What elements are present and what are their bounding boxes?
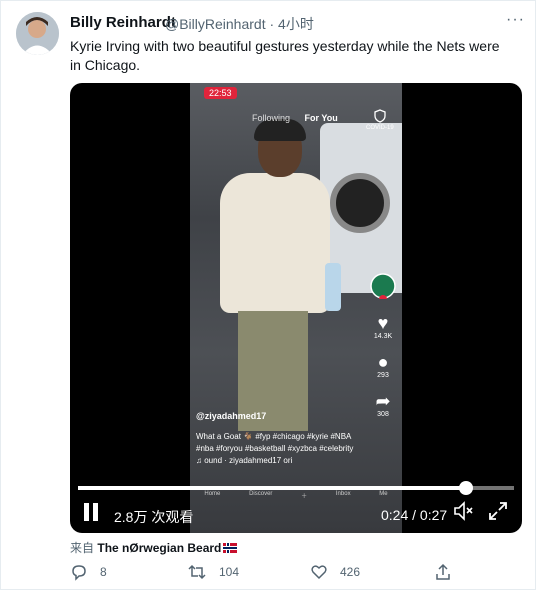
source-prefix: 来自 bbox=[70, 541, 95, 555]
tiktok-nav-me: Me bbox=[379, 491, 388, 497]
shield-icon bbox=[374, 109, 386, 123]
tiktok-nav-home: Home bbox=[204, 491, 221, 497]
tweet-card: Billy Reinhardt @BillyReinhardt · 4小时 ··… bbox=[0, 0, 536, 590]
tiktok-sound: ♫ ound · ziyadahmed17 ori bbox=[196, 456, 293, 465]
tab-following: Following bbox=[252, 113, 291, 123]
pause-button[interactable] bbox=[82, 503, 100, 523]
tab-foryou: For You bbox=[304, 113, 338, 123]
comment-icon: ● bbox=[377, 352, 389, 372]
author-name[interactable]: Billy Reinhardt bbox=[70, 14, 176, 31]
tiktok-caption: What a Goat 🐐 #fyp #chicago #kyrie #NBA … bbox=[196, 431, 356, 467]
norway-flag-icon bbox=[223, 543, 238, 553]
like-count: 426 bbox=[340, 565, 361, 579]
creator-avatar-icon bbox=[370, 273, 396, 303]
reply-button[interactable]: 8 bbox=[70, 563, 107, 581]
video-time: 0:24 / 0:27 bbox=[381, 507, 448, 523]
tweet-text: Kyrie Irving with two beautiful gestures… bbox=[70, 38, 500, 73]
share-icon bbox=[436, 563, 450, 580]
tiktok-caption-text: What a Goat 🐐 #fyp #chicago #kyrie #NBA … bbox=[196, 432, 354, 453]
author-handle[interactable]: @BillyReinhardt bbox=[165, 16, 266, 32]
like-button[interactable]: 426 bbox=[310, 563, 360, 581]
covid-label: COVID-19 bbox=[366, 125, 394, 131]
tiktok-username: @ziyadahmed17 bbox=[196, 411, 267, 421]
retweet-count: 104 bbox=[219, 565, 240, 579]
tweet-actions: 8 104 426 bbox=[70, 563, 510, 583]
tiktok-nav-discover: Discover bbox=[249, 491, 273, 497]
video-progress-bar[interactable] bbox=[78, 481, 514, 495]
truck-wheel-image bbox=[330, 173, 390, 233]
view-count: 2.8万 次观看 bbox=[114, 509, 194, 525]
separator-dot: · bbox=[269, 16, 275, 32]
likes-count: 14.3K bbox=[373, 333, 393, 340]
share-icon: ➦ bbox=[375, 391, 391, 411]
pause-icon bbox=[84, 503, 89, 521]
heart-outline-icon bbox=[311, 565, 327, 580]
video-progress-fill bbox=[78, 486, 466, 490]
tiktok-tabs: Following For You bbox=[252, 113, 338, 123]
tiktok-bottom-nav: Home Discover ＋ Inbox Me bbox=[190, 491, 402, 500]
share-tweet-button[interactable] bbox=[434, 563, 464, 581]
shares-count: 308 bbox=[377, 411, 389, 418]
reply-icon bbox=[72, 565, 86, 581]
tiktok-nav-create: ＋ bbox=[301, 494, 308, 500]
tiktok-clock: 22:53 bbox=[204, 87, 237, 99]
source-account[interactable]: The nØrwegian Beard bbox=[97, 541, 221, 555]
covid-badge: COVID-19 bbox=[366, 109, 394, 131]
avatar[interactable] bbox=[16, 12, 59, 55]
retweet-icon bbox=[188, 564, 206, 580]
video-player[interactable]: 22:53 Following For You COVID-19 ♥ 14.3K… bbox=[70, 83, 522, 533]
more-options-icon[interactable]: ··· bbox=[506, 11, 525, 29]
retweet-button[interactable]: 104 bbox=[187, 563, 239, 581]
video-progress-handle[interactable] bbox=[458, 481, 473, 495]
video-frame[interactable]: 22:53 Following For You COVID-19 ♥ 14.3K… bbox=[190, 83, 402, 533]
author-handle-line[interactable]: @BillyReinhardt · 4小时 bbox=[165, 14, 314, 34]
comments-count: 293 bbox=[377, 372, 389, 379]
tweet-time[interactable]: 4小时 bbox=[278, 16, 314, 32]
tiktok-nav-inbox: Inbox bbox=[335, 491, 351, 497]
tweet-source: 来自 The nØrwegian Beard bbox=[70, 539, 238, 556]
heart-icon: ♥ bbox=[377, 313, 389, 333]
fullscreen-icon bbox=[489, 502, 507, 520]
reply-count: 8 bbox=[100, 565, 107, 579]
tiktok-action-rail: ♥ 14.3K ● 293 ➦ 308 bbox=[366, 273, 400, 430]
avatar-image bbox=[16, 12, 59, 55]
volume-button[interactable] bbox=[453, 501, 475, 526]
volume-icon bbox=[454, 501, 473, 521]
fullscreen-button[interactable] bbox=[488, 501, 508, 526]
person-image bbox=[220, 119, 341, 431]
